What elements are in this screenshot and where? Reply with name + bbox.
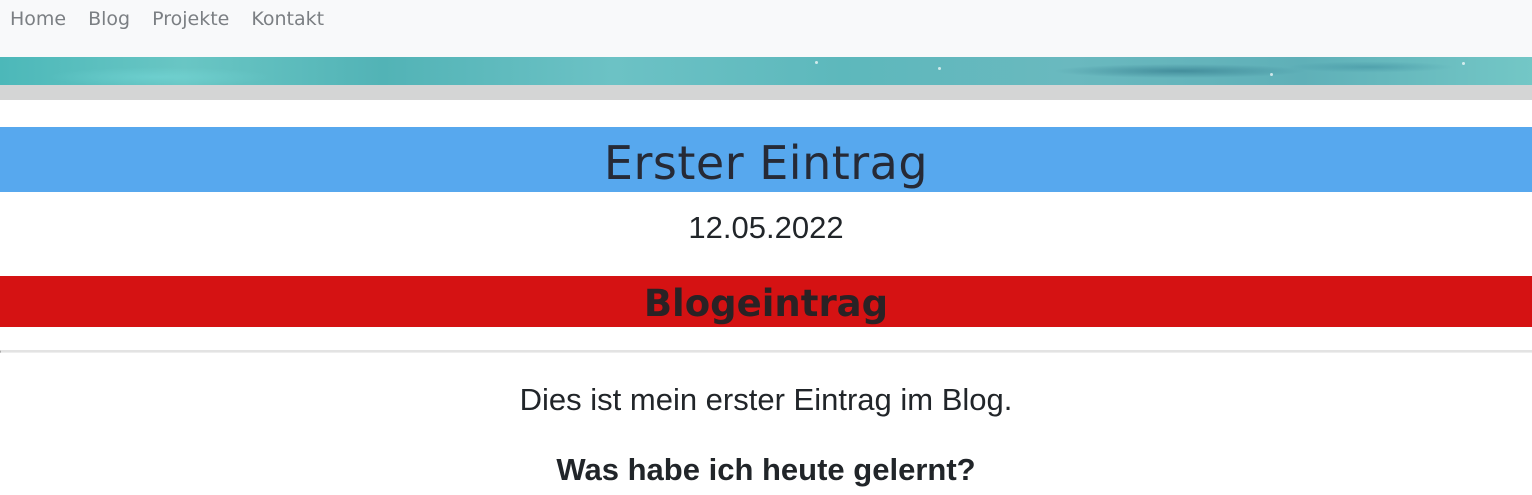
banner-sparkle (815, 61, 818, 64)
nav-menu: Home Blog Projekte Kontakt (10, 8, 346, 30)
nav-link-home[interactable]: Home (10, 8, 66, 30)
header-banner-image (0, 57, 1532, 85)
banner-sparkle (1270, 73, 1273, 76)
banner-divider-strip (0, 85, 1532, 100)
banner-sparkle (1462, 62, 1465, 65)
divider (0, 350, 1532, 353)
post-intro-text: Dies ist mein erster Eintrag im Blog. (519, 382, 1013, 417)
nav-link-blog[interactable]: Blog (88, 8, 130, 30)
post-date: 12.05.2022 (688, 210, 844, 245)
nav-link-kontakt[interactable]: Kontakt (251, 8, 324, 30)
banner-sparkle (938, 67, 941, 70)
section-heading: Blogeintrag (643, 282, 889, 325)
post-title: Erster Eintrag (603, 136, 929, 190)
top-navbar: Home Blog Projekte Kontakt (0, 0, 1532, 57)
nav-link-projekte[interactable]: Projekte (152, 8, 229, 30)
question-heading: Was habe ich heute gelernt? (556, 452, 976, 487)
